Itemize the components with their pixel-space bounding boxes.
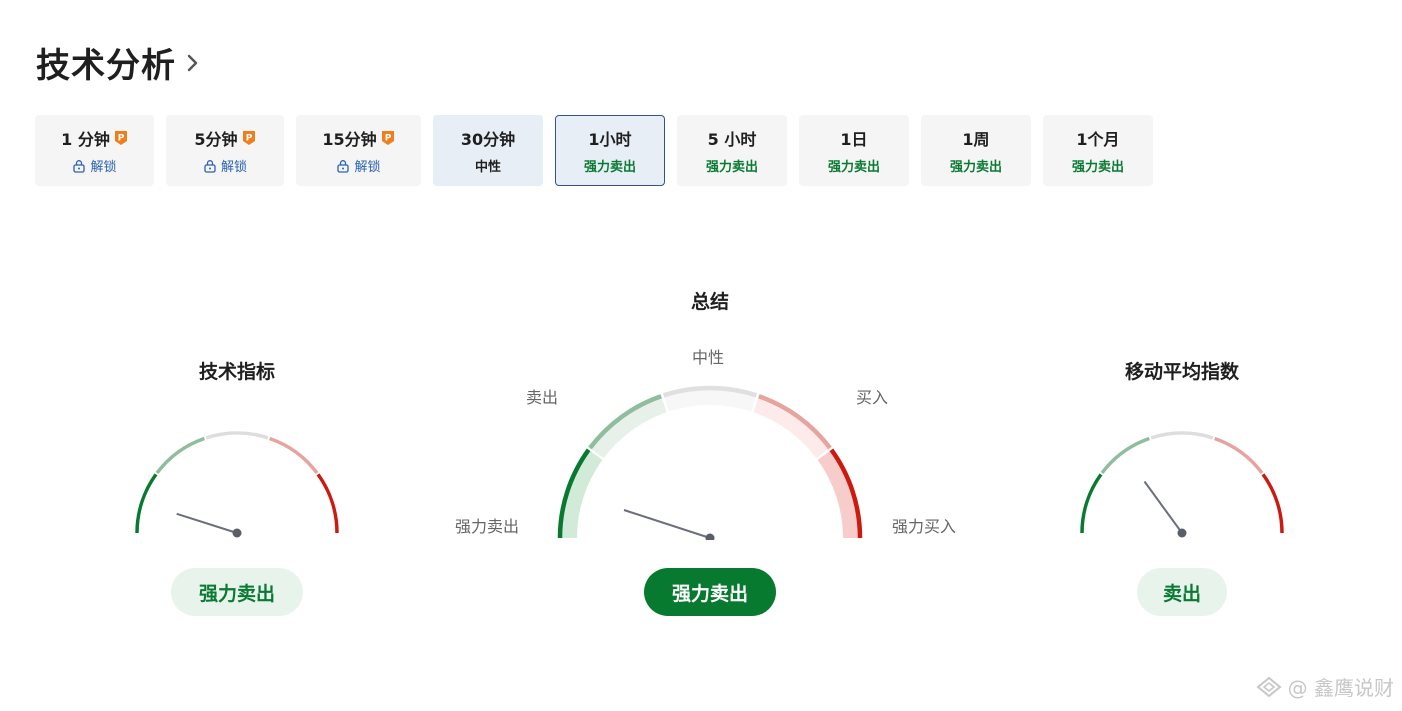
gauge-band-sell <box>588 394 667 459</box>
tab-1hour[interactable]: 1小时 强力卖出 <box>555 115 665 186</box>
gauge-needle <box>623 509 711 539</box>
tab-label: 1个月 <box>1076 130 1120 149</box>
tab-status: 强力卖出 <box>949 160 1002 175</box>
gauge-segment-strong-sell <box>135 473 158 534</box>
gauge-segment-neutral <box>1150 431 1214 440</box>
lock-icon <box>72 159 86 173</box>
lock-icon <box>203 159 217 173</box>
tab-1min[interactable]: 1 分钟 P 解锁 <box>35 115 154 186</box>
svg-text:P: P <box>384 134 391 144</box>
gauge-band-buy <box>753 394 832 459</box>
technical-indicators-title: 技术指标 <box>198 361 275 383</box>
label-strong-sell: 强力卖出 <box>455 517 520 536</box>
lock-icon <box>336 159 350 173</box>
summary-verdict: 强力卖出 <box>644 568 776 616</box>
gauge-segment-buy <box>1214 436 1264 475</box>
tab-label: 1日 <box>840 130 868 149</box>
svg-text:P: P <box>118 134 125 144</box>
gauge-segment-strong-buy <box>1261 473 1284 534</box>
gauge-needle <box>176 512 238 534</box>
watermark-text: @ 鑫鹰说财 <box>1287 676 1394 700</box>
gauge-segment-strong-sell <box>1080 473 1103 534</box>
gauge-needle-hub <box>232 528 242 538</box>
tab-status: 强力卖出 <box>1071 160 1124 175</box>
tab-1day[interactable]: 1日 强力卖出 <box>799 115 909 186</box>
technical-indicators-verdict: 强力卖出 <box>171 568 303 616</box>
tab-5min[interactable]: 5分钟 P 解锁 <box>166 115 284 186</box>
tab-status: 强力卖出 <box>583 160 636 175</box>
tab-status: 强力卖出 <box>827 160 880 175</box>
label-strong-buy: 强力买入 <box>892 517 957 536</box>
tab-label: 5 小时 <box>707 130 757 149</box>
tab-1month[interactable]: 1个月 强力卖出 <box>1043 115 1153 186</box>
gauge-segment-buy <box>269 436 319 475</box>
unlock-link[interactable]: 解锁 <box>90 156 116 175</box>
section-header[interactable]: 技术分析 <box>36 38 202 87</box>
tab-5hour[interactable]: 5 小时 强力卖出 <box>677 115 787 186</box>
tab-label: 30分钟 <box>460 130 516 149</box>
tab-label: 5分钟 <box>194 130 238 149</box>
page-title: 技术分析 <box>36 46 176 86</box>
watermark: @ 鑫鹰说财 <box>1256 672 1394 701</box>
moving-averages-title: 移动平均指数 <box>1124 361 1239 383</box>
technical-indicators-gauge <box>135 431 339 538</box>
gauge-segment-sell <box>1100 436 1150 475</box>
gauge-needle <box>1143 480 1183 534</box>
tab-label: 1周 <box>962 130 990 149</box>
pro-badge-icon: P <box>381 130 395 146</box>
gauge-needle-hub <box>1177 528 1187 538</box>
summary-gauge <box>557 385 863 540</box>
tab-label: 1小时 <box>588 130 632 149</box>
tab-15min[interactable]: 15分钟 P 解锁 <box>296 115 421 186</box>
gauge-needle-hub <box>705 533 715 540</box>
tab-label: 1 分钟 <box>61 130 110 149</box>
unlock-link[interactable]: 解锁 <box>354 156 380 175</box>
timeframe-tabs: 1 分钟 P 解锁 5分钟 P 解锁 15分钟 P 解锁 30分钟 中性 1小时… <box>35 115 1153 186</box>
gauge-segment-neutral <box>205 431 269 440</box>
eagle-logo-icon <box>1256 676 1282 698</box>
label-neutral: 中性 <box>692 348 725 367</box>
tab-status: 强力卖出 <box>705 160 758 175</box>
moving-averages-gauge <box>1080 431 1284 538</box>
pro-badge-icon: P <box>242 130 256 146</box>
tab-status: 中性 <box>474 160 501 175</box>
moving-averages-verdict: 卖出 <box>1137 568 1227 616</box>
gauge-segment-sell <box>155 436 205 475</box>
svg-text:P: P <box>245 134 252 144</box>
tab-1week[interactable]: 1周 强力卖出 <box>921 115 1031 186</box>
chevron-right-icon <box>186 51 202 75</box>
pro-badge-icon: P <box>114 130 128 146</box>
unlock-link[interactable]: 解锁 <box>221 156 247 175</box>
summary-title: 总结 <box>690 291 729 313</box>
gauge-segment-strong-buy <box>316 473 339 534</box>
tab-30min[interactable]: 30分钟 中性 <box>433 115 543 186</box>
tab-label: 15分钟 <box>322 130 377 149</box>
